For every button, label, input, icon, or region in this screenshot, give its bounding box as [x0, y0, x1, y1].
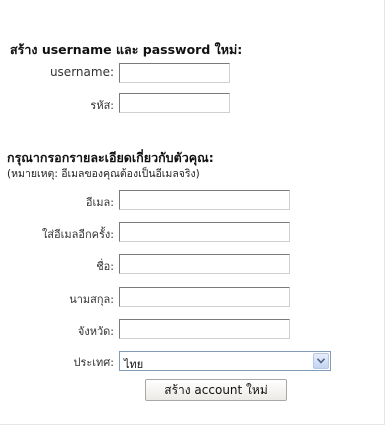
email-input[interactable] [119, 190, 290, 210]
form-panel: สร้าง username และ password ใหม่: userna… [0, 0, 385, 425]
last-name-label: นามสกุล: [69, 293, 114, 306]
create-account-button[interactable]: สร้าง account ใหม่ [145, 379, 287, 401]
chevron-down-icon[interactable] [313, 353, 329, 369]
account-section-heading: สร้าง username และ password ใหม่: [10, 42, 243, 57]
country-label: ประเทศ: [73, 356, 115, 369]
first-name-label: ชื่อ: [96, 260, 114, 273]
username-input[interactable] [119, 63, 230, 83]
country-select-value: ไทย [124, 358, 144, 371]
password-input[interactable] [119, 93, 230, 113]
username-label: username: [49, 65, 114, 79]
email-note: (หมายเหตุ: อีเมลของคุณต้องเป็นอีเมลจริง) [7, 168, 200, 180]
city-input[interactable] [119, 319, 290, 339]
country-select[interactable]: ไทย [119, 351, 331, 371]
last-name-input[interactable] [119, 287, 290, 307]
email-confirm-input[interactable] [119, 222, 290, 242]
email-confirm-label: ใส่อีเมลอีกครั้ง: [41, 228, 114, 241]
password-label: รหัส: [90, 99, 114, 112]
first-name-input[interactable] [119, 254, 290, 274]
email-label: อีเมล: [85, 196, 114, 209]
city-label: จังหวัด: [77, 325, 114, 338]
